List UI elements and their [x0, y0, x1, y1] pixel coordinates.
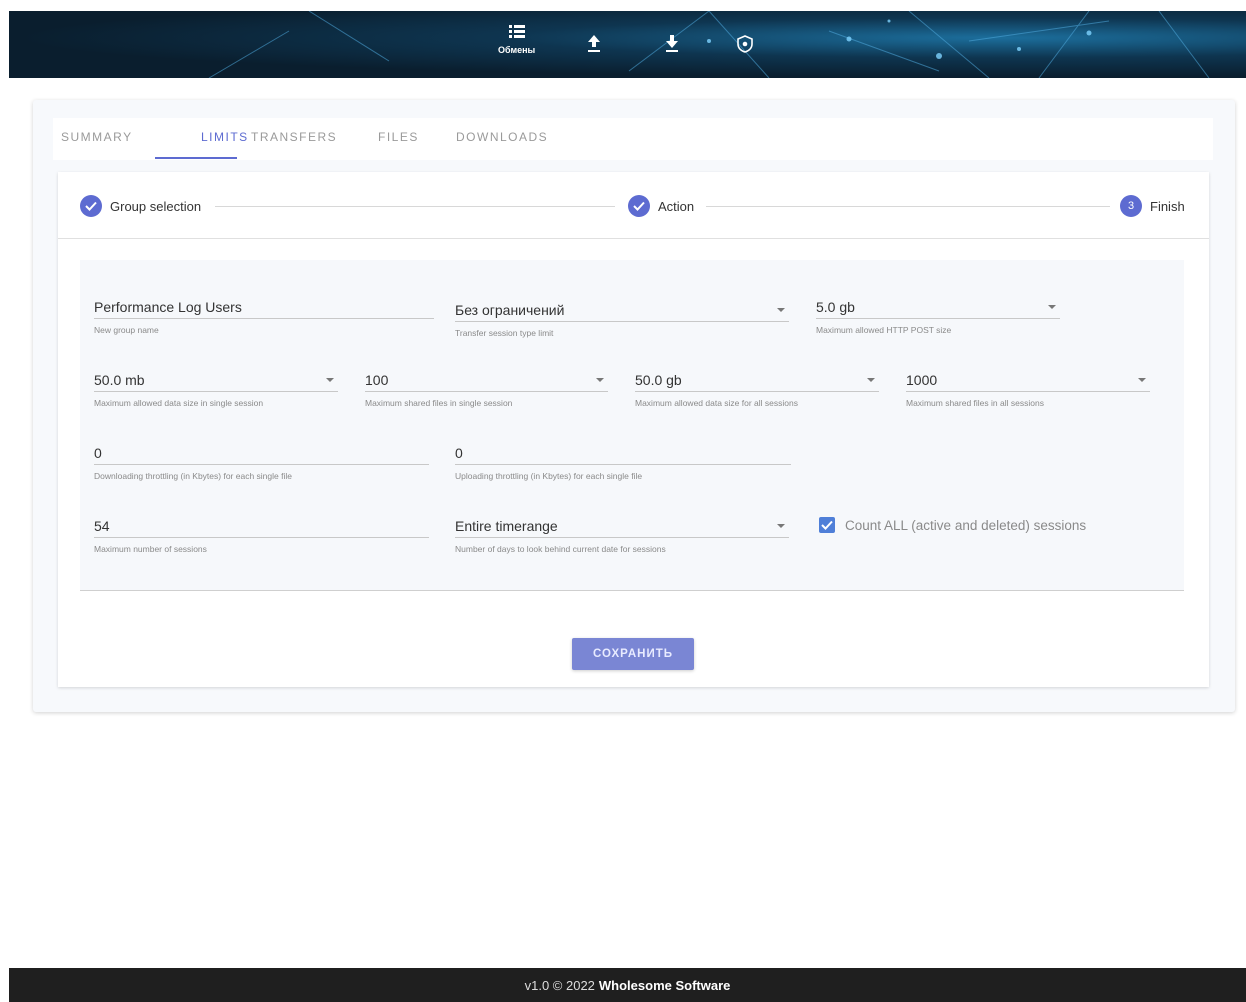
step-number: 3 [1120, 195, 1142, 217]
shield-icon [737, 35, 753, 53]
tab-limits[interactable]: LIMITS [201, 130, 249, 144]
tab-downloads[interactable]: DOWNLOADS [456, 130, 548, 144]
main-card: SUMMARY LIMITS TRANSFERS FILES DOWNLOADS… [33, 100, 1235, 712]
max-data-single-select[interactable]: 50.0 mb Maximum allowed data size in sin… [94, 369, 338, 408]
max-http-post-value: 5.0 gb [816, 299, 855, 315]
network-background-graphic [208, 11, 1210, 78]
tab-summary[interactable]: SUMMARY [61, 130, 133, 144]
top-banner: Обмены [9, 11, 1246, 78]
step-connector [706, 206, 1110, 207]
group-name-hint: New group name [94, 325, 159, 335]
list-icon [508, 25, 525, 38]
max-sessions-input[interactable]: 54 [94, 515, 429, 538]
download-throttle-input[interactable]: 0 [94, 442, 429, 465]
group-name-field[interactable]: Performance Log Users New group name [94, 296, 434, 335]
step-label: Action [658, 198, 695, 214]
step-label: Finish [1150, 198, 1185, 214]
step-label: Group selection [110, 198, 202, 214]
max-data-all-select[interactable]: 50.0 gb Maximum allowed data size for al… [635, 369, 879, 408]
save-button[interactable]: СОХРАНИТЬ [572, 638, 694, 670]
chevron-down-icon [326, 378, 334, 382]
upload-throttle-field[interactable]: 0 Uploading throttling (in Kbytes) for e… [455, 442, 791, 481]
count-all-checkbox[interactable]: Count ALL (active and deleted) sessions [819, 517, 1086, 533]
transfer-session-type-value: Без ограничений [455, 302, 565, 318]
upload-throttle-input[interactable]: 0 [455, 442, 791, 465]
days-behind-select[interactable]: Entire timerange Number of days to look … [455, 515, 789, 554]
transfer-session-type-hint: Transfer session type limit [455, 328, 554, 338]
chevron-down-icon [596, 378, 604, 382]
step-finish[interactable]: 3 Finish [1120, 195, 1185, 217]
max-sessions-hint: Maximum number of sessions [94, 544, 207, 554]
chevron-down-icon [777, 524, 785, 528]
check-icon [628, 195, 650, 217]
transfer-session-type-select[interactable]: Без ограничений Transfer session type li… [455, 299, 789, 338]
download-throttle-hint: Downloading throttling (in Kbytes) for e… [94, 471, 292, 481]
max-data-all-value: 50.0 gb [635, 372, 682, 388]
max-files-all-hint: Maximum shared files in all sessions [906, 398, 1044, 408]
step-action[interactable]: Action [628, 195, 694, 217]
stepper: Group selection Action 3 Finish [58, 172, 1209, 239]
chevron-down-icon [777, 308, 785, 312]
download-throttle-field[interactable]: 0 Downloading throttling (in Kbytes) for… [94, 442, 429, 481]
max-files-single-select[interactable]: 100 Maximum shared files in single sessi… [365, 369, 608, 408]
nav-security[interactable] [737, 35, 753, 53]
max-http-post-select[interactable]: 5.0 gb Maximum allowed HTTP POST size [816, 296, 1060, 335]
max-files-all-value: 1000 [906, 372, 938, 388]
max-data-all-hint: Maximum allowed data size for all sessio… [635, 398, 798, 408]
check-icon [80, 195, 102, 217]
checkbox-checked-icon [819, 517, 835, 533]
footer-company: Wholesome Software [598, 977, 731, 993]
active-tab-indicator [155, 157, 237, 159]
max-data-single-hint: Maximum allowed data size in single sess… [94, 398, 264, 408]
max-files-single-value: 100 [365, 372, 389, 388]
nav-download[interactable] [665, 35, 679, 53]
chevron-down-icon [867, 378, 875, 382]
max-files-all-select[interactable]: 1000 Maximum shared files in all session… [906, 369, 1150, 408]
max-data-single-value: 50.0 mb [94, 372, 145, 388]
max-http-post-hint: Maximum allowed HTTP POST size [816, 325, 952, 335]
tab-bar: SUMMARY LIMITS TRANSFERS FILES DOWNLOADS [53, 118, 1213, 160]
chevron-down-icon [1138, 378, 1146, 382]
limits-form: Performance Log Users New group name Без… [80, 260, 1184, 591]
footer-version: v1.0 © 2022 [524, 977, 595, 993]
upload-icon [588, 35, 600, 52]
nav-upload[interactable] [587, 35, 601, 53]
footer: v1.0 © 2022 Wholesome Software [9, 968, 1246, 1002]
chevron-down-icon [1048, 305, 1056, 309]
nav-exchanges-label: Обмены [498, 45, 536, 55]
count-all-label: Count ALL (active and deleted) sessions [845, 517, 1087, 533]
stepper-card: Group selection Action 3 Finish Performa… [58, 172, 1209, 687]
group-name-input[interactable]: Performance Log Users [94, 296, 434, 319]
upload-throttle-hint: Uploading throttling (in Kbytes) for eac… [455, 471, 643, 481]
tab-files[interactable]: FILES [378, 130, 419, 144]
max-sessions-field[interactable]: 54 Maximum number of sessions [94, 515, 429, 554]
nav-exchanges[interactable]: Обмены [498, 25, 535, 55]
step-connector [215, 206, 615, 207]
step-group-selection[interactable]: Group selection [80, 195, 201, 217]
days-behind-hint: Number of days to look behind current da… [455, 544, 666, 554]
days-behind-value: Entire timerange [455, 518, 558, 534]
max-files-single-hint: Maximum shared files in single session [365, 398, 513, 408]
download-icon [666, 35, 678, 52]
tab-transfers[interactable]: TRANSFERS [251, 130, 337, 144]
